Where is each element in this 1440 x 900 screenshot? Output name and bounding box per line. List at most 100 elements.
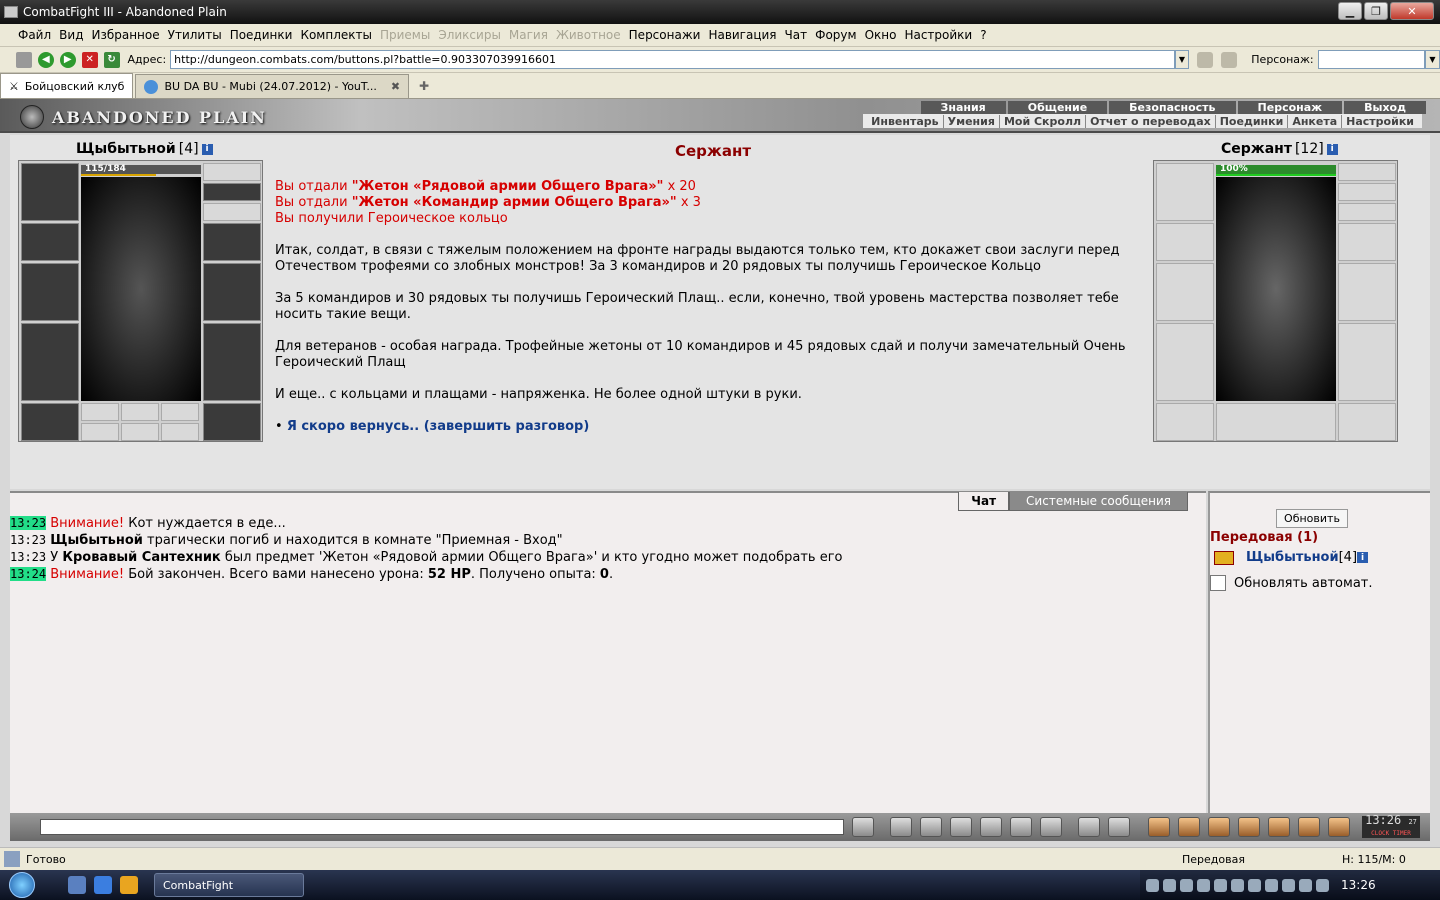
tray-icon[interactable] — [1197, 878, 1210, 892]
group-icon[interactable] — [1268, 817, 1290, 837]
subnav-settings[interactable]: Настройки — [1342, 115, 1418, 128]
tab-combats[interactable]: ⚔ Бойцовский клуб — [0, 73, 134, 98]
tray-icon[interactable] — [1299, 878, 1312, 892]
earring-slot[interactable] — [1338, 163, 1396, 181]
menu-help[interactable]: ? — [980, 28, 986, 42]
send-icon[interactable] — [852, 817, 874, 837]
ring-slot[interactable] — [161, 403, 199, 421]
tab-youtube[interactable]: BU DA BU - Mubi (24.07.2012) - YouT... ✖ — [135, 74, 410, 98]
menu-navigation[interactable]: Навигация — [708, 28, 776, 42]
media-icon[interactable] — [120, 876, 138, 894]
bracers-slot[interactable] — [1156, 223, 1214, 261]
save-icon[interactable] — [950, 817, 972, 837]
helmet-slot[interactable] — [1156, 163, 1214, 221]
info-icon[interactable]: i — [201, 143, 213, 155]
smiley-icon[interactable] — [1078, 817, 1100, 837]
go-icon[interactable] — [1197, 51, 1214, 68]
shield-slot[interactable] — [1338, 263, 1396, 321]
bracers-slot[interactable] — [21, 223, 79, 261]
close-button[interactable]: ✕ — [1390, 2, 1434, 20]
nav-security[interactable]: Безопасность — [1109, 101, 1236, 114]
nav-communication[interactable]: Общение — [1007, 101, 1108, 114]
ring-slots[interactable] — [203, 203, 261, 221]
npc-avatar[interactable] — [1216, 177, 1336, 401]
belt-slot[interactable] — [21, 403, 79, 441]
menu-view[interactable]: Вид — [59, 28, 83, 42]
character-select[interactable] — [1317, 50, 1426, 69]
tray-icon[interactable] — [1214, 878, 1227, 892]
ring-slots[interactable] — [1338, 203, 1396, 221]
subnav-inventory[interactable]: Инвентарь — [867, 114, 944, 128]
ring-slot[interactable] — [81, 403, 119, 421]
clear-icon[interactable] — [890, 817, 912, 837]
address-input[interactable]: http://dungeon.combats.com/buttons.pl?ba… — [170, 50, 1175, 69]
menu-characters[interactable]: Персонажи — [629, 28, 701, 42]
gloves-slot[interactable] — [203, 223, 261, 261]
menu-file[interactable]: Файл — [18, 28, 51, 42]
rings-slot[interactable] — [1216, 403, 1336, 441]
helmet-icon[interactable] — [1108, 817, 1130, 837]
address-dropdown-icon[interactable]: ▼ — [1174, 50, 1190, 69]
fight-icon[interactable] — [1214, 550, 1234, 565]
chest-icon[interactable] — [1208, 817, 1230, 837]
pin-icon[interactable] — [16, 51, 32, 68]
menu-settings[interactable]: Настройки — [904, 28, 972, 42]
spell-slot[interactable] — [161, 423, 199, 441]
legs-slot[interactable] — [203, 323, 261, 401]
chat-input[interactable] — [40, 819, 844, 835]
tray-icon[interactable] — [1231, 878, 1244, 892]
desktop-icon[interactable] — [68, 876, 86, 894]
user-name[interactable]: Щыбытьной — [50, 533, 143, 548]
armor-slot[interactable] — [21, 323, 79, 401]
tray-icon[interactable] — [1282, 878, 1295, 892]
character-dropdown-icon[interactable]: ▼ — [1425, 50, 1440, 69]
tray-icon[interactable] — [1265, 878, 1278, 892]
menu-chat[interactable]: Чат — [785, 28, 808, 42]
menu-duels[interactable]: Поединки — [230, 28, 293, 42]
user-name[interactable]: Щыбытьной — [1246, 550, 1339, 565]
spell-slot[interactable] — [81, 423, 119, 441]
weapon-slot[interactable] — [1156, 263, 1214, 321]
taskbar-clock[interactable]: 13:26 — [1341, 878, 1376, 892]
ie-icon[interactable] — [94, 876, 112, 894]
forward-icon[interactable]: ▶ — [59, 51, 76, 68]
legs-slot[interactable] — [1338, 323, 1396, 401]
maximize-button[interactable]: ❐ — [1364, 2, 1388, 20]
belt-slot[interactable] — [1156, 403, 1214, 441]
subnav-profile[interactable]: Анкета — [1288, 114, 1343, 128]
subnav-duels[interactable]: Поединки — [1216, 114, 1289, 128]
tray-icon[interactable] — [1316, 878, 1329, 892]
gloves-slot[interactable] — [1338, 223, 1396, 261]
minimize-button[interactable]: ▁ — [1338, 2, 1362, 20]
earring-slot[interactable] — [203, 163, 261, 181]
sound-icon[interactable] — [1040, 817, 1062, 837]
ring-slot[interactable] — [121, 403, 159, 421]
gear-icon[interactable] — [1238, 817, 1260, 837]
menu-forum[interactable]: Форум — [815, 28, 856, 42]
subnav-transfers[interactable]: Отчет о переводах — [1086, 114, 1216, 128]
boots-slot[interactable] — [203, 403, 261, 441]
translit-icon[interactable] — [1010, 817, 1032, 837]
auto-refresh-checkbox[interactable] — [1210, 575, 1226, 591]
armor-slot[interactable] — [1156, 323, 1214, 401]
refresh-icon[interactable]: ↻ — [103, 51, 120, 68]
amulet-slot[interactable] — [1338, 183, 1396, 201]
info-icon[interactable]: i — [1326, 143, 1338, 155]
nav-knowledge[interactable]: Знания — [920, 101, 1006, 114]
amulet-slot[interactable] — [203, 183, 261, 201]
nav-character[interactable]: Персонаж — [1237, 101, 1343, 114]
bag-icon[interactable] — [1178, 817, 1200, 837]
close-tab-icon[interactable]: ✖ — [391, 80, 400, 93]
tray-icon[interactable] — [1248, 878, 1261, 892]
boots-slot[interactable] — [1338, 403, 1396, 441]
tab-chat[interactable]: Чат — [958, 492, 1010, 511]
dance-icon[interactable] — [980, 817, 1002, 837]
tray-icon[interactable] — [1180, 878, 1193, 892]
info-icon[interactable]: i — [1357, 552, 1369, 563]
menu-window[interactable]: Окно — [865, 28, 897, 42]
filter-icon[interactable] — [920, 817, 942, 837]
menu-utilities[interactable]: Утилиты — [168, 28, 222, 42]
subnav-scroll[interactable]: Мой Скролл — [1000, 114, 1087, 128]
helmet-slot[interactable] — [21, 163, 79, 221]
spell-slot[interactable] — [121, 423, 159, 441]
